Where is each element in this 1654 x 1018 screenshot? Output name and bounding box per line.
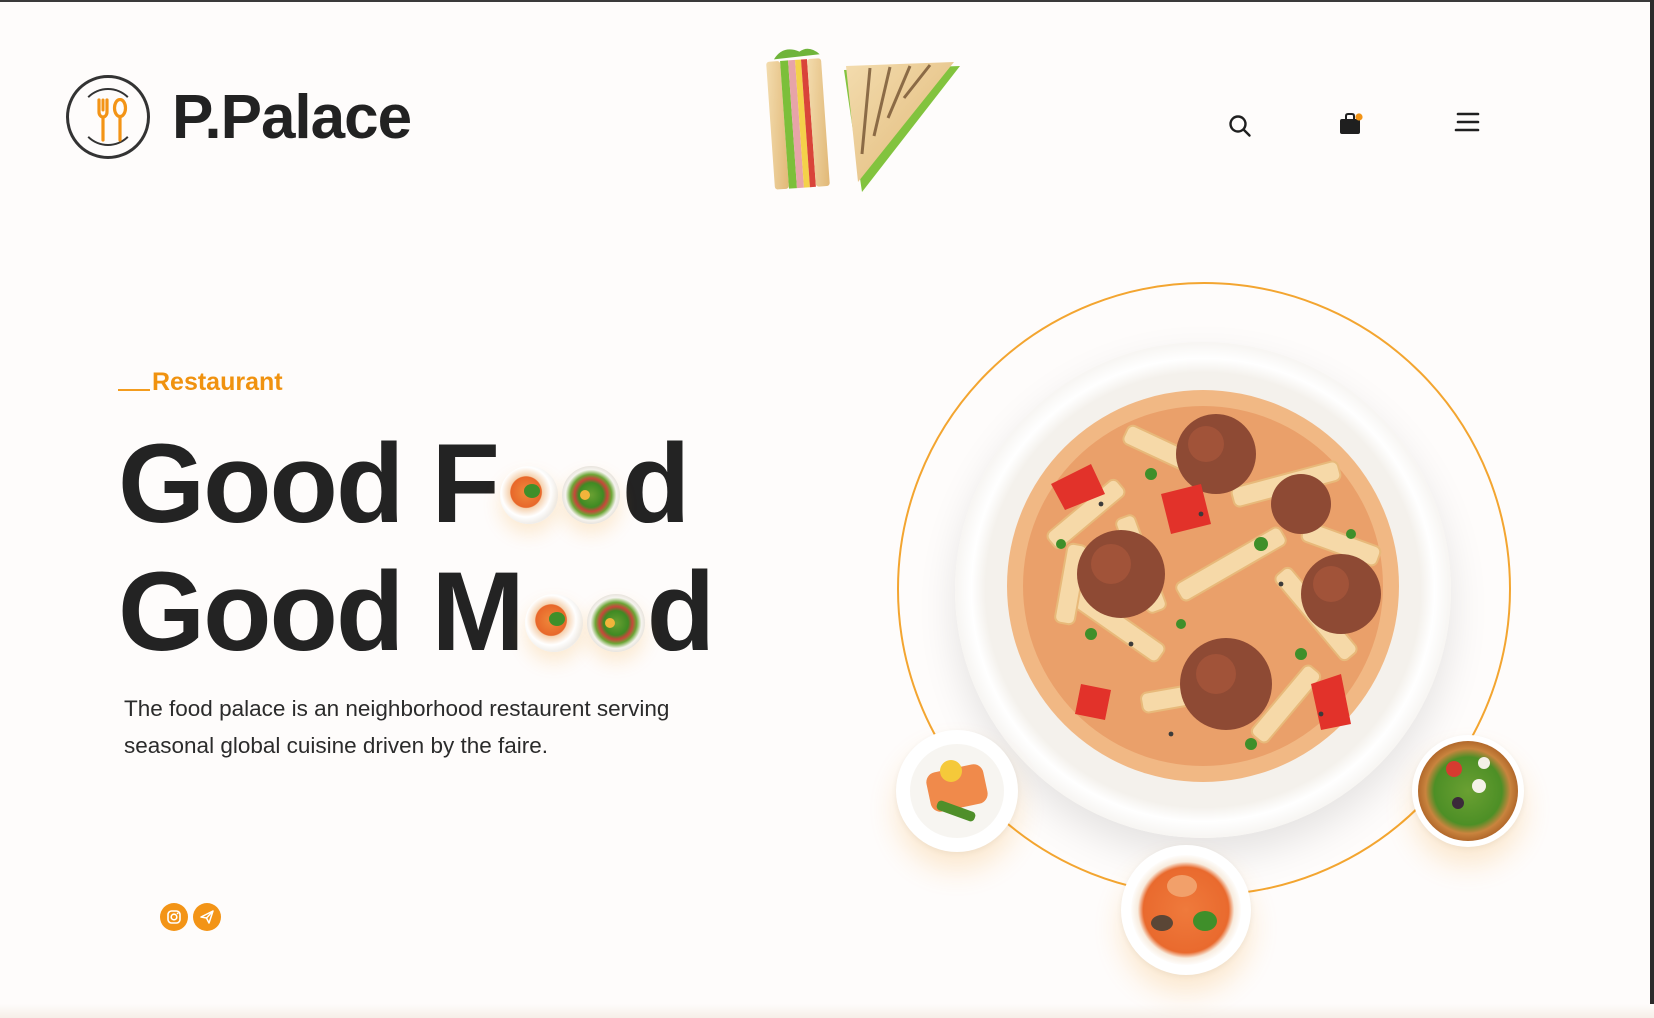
telegram-icon	[200, 910, 214, 924]
eyebrow-dash	[118, 389, 150, 391]
telegram-button[interactable]	[193, 903, 221, 931]
pasta-bowl-image	[955, 342, 1451, 838]
salad-dish-icon	[561, 466, 620, 524]
headline-line-1-end: d	[621, 421, 690, 546]
bottom-fade	[0, 1004, 1654, 1018]
search-button[interactable]	[1222, 108, 1258, 144]
menu-icon	[1454, 112, 1480, 132]
brand-logo-link[interactable]: P.Palace	[66, 75, 412, 159]
search-icon	[1229, 115, 1251, 137]
seafood-soup-image	[1121, 845, 1251, 975]
eyebrow-label: Restaurant	[152, 368, 283, 396]
headline-line-2-start: Good M	[118, 549, 525, 674]
instagram-icon	[167, 910, 181, 924]
menu-button[interactable]	[1449, 104, 1485, 140]
salmon-dish-image	[896, 730, 1018, 852]
hero-headline: Good F d Good M d	[118, 420, 715, 676]
section-eyebrow: Restaurant	[118, 368, 283, 397]
salad-bowl-image	[1412, 735, 1524, 847]
headline-line-1: Good F d	[118, 420, 713, 548]
right-edge	[1650, 0, 1654, 1018]
shrimp-dish-icon	[499, 466, 558, 524]
sandwich-image	[766, 48, 960, 192]
top-border	[0, 0, 1654, 2]
logo-icon	[66, 75, 150, 159]
headline-line-2: Good M d	[118, 548, 715, 676]
cart-icon	[1340, 113, 1363, 134]
headline-line-2-end: d	[646, 549, 715, 674]
brand-name: P.Palace	[172, 82, 412, 152]
pasta-illustration	[1007, 390, 1399, 782]
shrimp-dish-icon	[524, 594, 583, 652]
instagram-button[interactable]	[160, 903, 188, 931]
headline-line-1-start: Good F	[118, 421, 500, 546]
salad-dish-icon	[586, 594, 645, 652]
cart-button[interactable]	[1333, 106, 1369, 142]
hero-description: The food palace is an neighborhood resta…	[124, 696, 670, 758]
